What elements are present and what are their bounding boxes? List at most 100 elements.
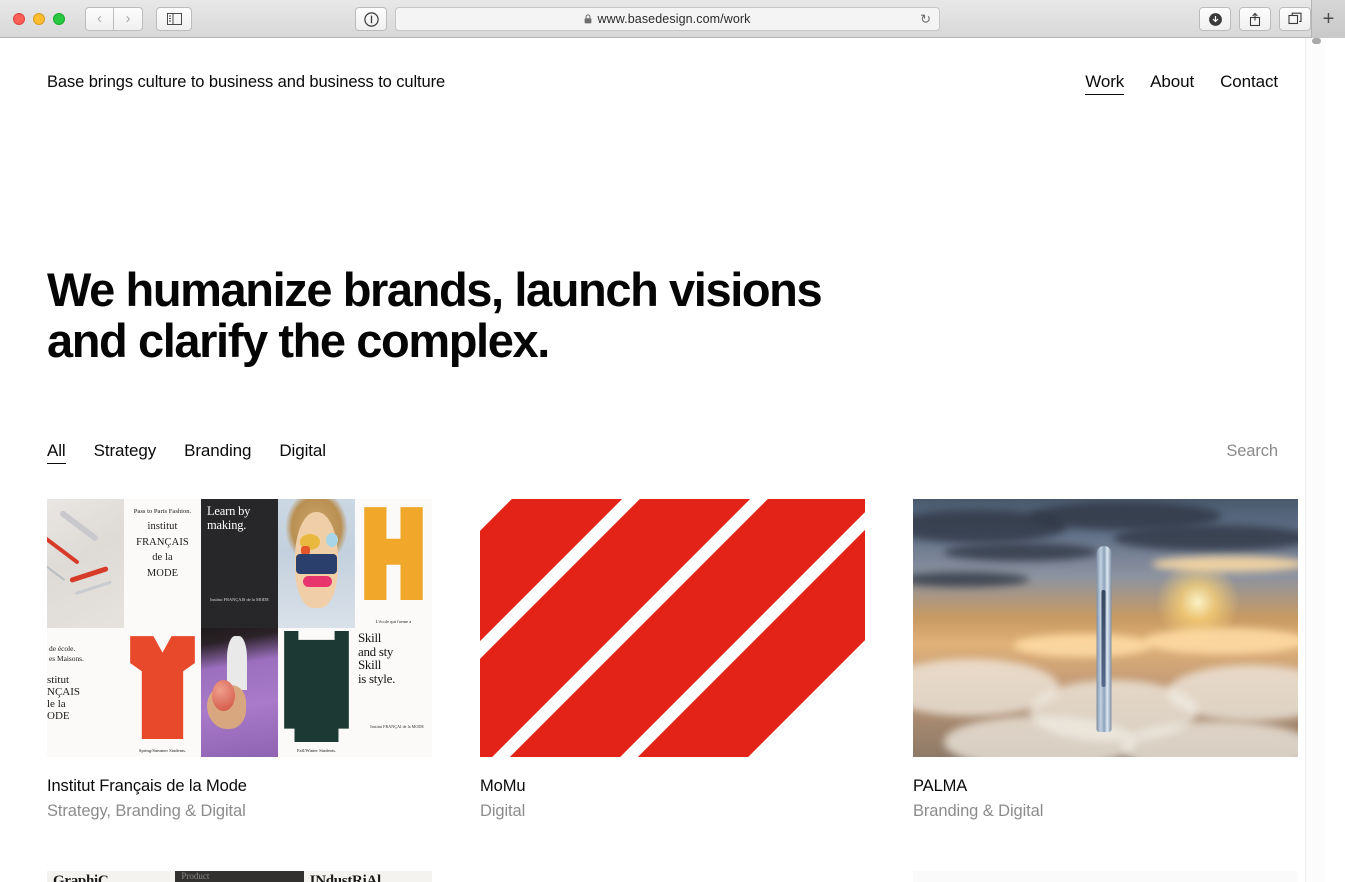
sidebar-toggle-button[interactable] [156,6,192,31]
page-title: We humanize brands, launch visions and c… [47,263,823,368]
yellow-caption: L'école qui forme a [375,619,412,625]
scrollbar-thumb[interactable] [1312,38,1321,44]
filter-bar: All Strategy Branding Digital Search [0,366,1325,465]
url-text: www.basedesign.com/work [597,12,751,26]
nav-item-about[interactable]: About [1150,72,1194,95]
reload-button[interactable]: ↻ [920,13,931,26]
project-tags: Digital [480,802,526,821]
chevron-left-icon: ‹ [97,10,102,27]
swiss-cell-industrial: INdustRiAl [303,871,432,882]
search-input[interactable]: Search [1226,442,1278,461]
skill-footer: Institut FRANÇAI de la MODE [370,723,424,729]
placeholder-block [913,871,1298,882]
back-button[interactable]: ‹ [85,6,114,31]
show-tabs-button[interactable] [1279,7,1311,31]
collage-cell-orange-shape: Spring/Summer Students. [124,628,201,758]
project-card[interactable]: PALMA Branding & Digital [913,499,1298,821]
project-thumbnail-momu[interactable] [480,499,865,758]
poster-institut-line2: FRANÇAIS [136,536,189,548]
browser-toolbar: ‹ › www.basedesign.com/work ↻ + [0,0,1345,38]
swiss-cell-graphic: GraphiC [47,871,176,882]
fall-caption: Fall/Winter Students. [296,748,337,754]
filter-all[interactable]: All [47,441,66,465]
project-card[interactable] [480,871,865,882]
poster-institut-line3: de la [152,552,173,564]
main-nav[interactable]: Work About Contact [1085,38,1278,95]
project-title: Institut Français de la Mode [47,777,247,796]
project-thumbnail-palma[interactable] [913,499,1298,758]
share-button[interactable] [1239,7,1271,31]
left-big-line1: stitut [47,673,70,686]
left-small-line1: de école. [49,644,76,654]
project-thumbnail-ifm[interactable]: Pass to Paris Fashion. institut FRANÇAIS… [47,499,432,758]
download-icon [1208,12,1222,26]
project-thumbnail-swiss[interactable]: GraphiC Product GraphiC INdustRiAl Desig… [47,871,432,882]
project-card[interactable]: MoMu Digital [480,499,865,821]
site-header: Base brings culture to business and busi… [0,38,1325,112]
green-graphic-shape [284,631,349,742]
forward-button[interactable]: › [114,6,143,31]
nav-item-work[interactable]: Work [1085,72,1124,95]
project-tags: Branding & Digital [913,802,1044,821]
filter-branding[interactable]: Branding [184,441,251,464]
maximize-window-button[interactable] [53,12,65,25]
project-card[interactable]: GraphiC Product GraphiC INdustRiAl Desig… [47,871,432,882]
url-input[interactable]: www.basedesign.com/work ↻ [395,7,940,31]
cloud [1151,556,1298,572]
filter-digital[interactable]: Digital [279,441,326,464]
poster-learn-text: Learn by making. [207,504,251,533]
poster-pass-text: Pass to Paris Fashion. [133,508,192,516]
cloud [1113,525,1298,552]
project-thumbnail-placeholder[interactable] [913,871,1298,882]
window-controls[interactable] [13,12,65,25]
swiss-cell1-title: GraphiC [53,873,109,882]
chevron-right-icon: › [125,10,131,27]
swiss-collage: GraphiC Product GraphiC INdustRiAl Desig… [47,871,432,882]
cloud [943,543,1098,562]
face-pink-mouth [302,575,332,588]
collage-cell-pass-to-paris: Pass to Paris Fashion. institut FRANÇAIS… [124,499,201,629]
sidebar-icon [166,12,182,25]
momu-stripes-graphic [480,499,865,758]
left-big-line2: NÇAIS [47,685,81,698]
ifm-collage: Pass to Paris Fashion. institut FRANÇAIS… [47,499,432,758]
page-scrollbar[interactable] [1305,38,1325,882]
nav-item-contact[interactable]: Contact [1220,72,1278,95]
spring-caption: Spring/Summer Students. [138,748,187,754]
site-tagline: Base brings culture to business and busi… [47,73,446,91]
nav-buttons[interactable]: ‹ › [85,6,143,31]
close-window-button[interactable] [13,12,25,25]
minimize-window-button[interactable] [33,12,45,25]
collage-cell-face-photo [278,499,355,629]
project-tags: Strategy, Branding & Digital [47,802,246,821]
left-small-line2: es Maisons. [49,654,84,664]
project-title: PALMA [913,777,968,796]
filter-strategy[interactable]: Strategy [94,441,157,464]
tabs-icon [1287,12,1302,25]
toolbar-right-buttons[interactable] [1199,7,1311,31]
skill-line2: and sty [358,643,394,659]
project-card[interactable]: Pass to Paris Fashion. institut FRANÇAIS… [47,499,432,821]
url-content: www.basedesign.com/work [584,12,750,26]
projects-grid: Pass to Paris Fashion. institut FRANÇAIS… [0,464,1325,882]
share-icon [1249,12,1261,26]
project-card[interactable] [913,871,1298,882]
downloads-button[interactable] [1199,7,1231,31]
skill-line3: Skill [358,657,382,673]
hero-section: We humanize brands, launch visions and c… [0,112,1325,368]
category-filters[interactable]: All Strategy Branding Digital [47,441,326,465]
address-bar-area[interactable]: www.basedesign.com/work ↻ [355,7,940,31]
new-tab-button[interactable]: + [1311,0,1345,38]
page-info-button[interactable] [355,7,387,31]
apple-photo-fruit [211,680,235,711]
orange-graphic-shape [130,636,195,740]
collage-cell-tools-photo [47,499,124,629]
info-icon [363,11,379,27]
face-blue-band [296,553,337,575]
cloud [1013,633,1152,657]
project-thumbnail-empty[interactable] [480,871,865,882]
poster-institut-line4: MODE [146,568,179,580]
collage-cell-green-shape: Fall/Winter Students. [278,628,355,758]
cloud [1144,628,1298,655]
swiss-cell-product-graphic: Product GraphiC [175,871,304,882]
